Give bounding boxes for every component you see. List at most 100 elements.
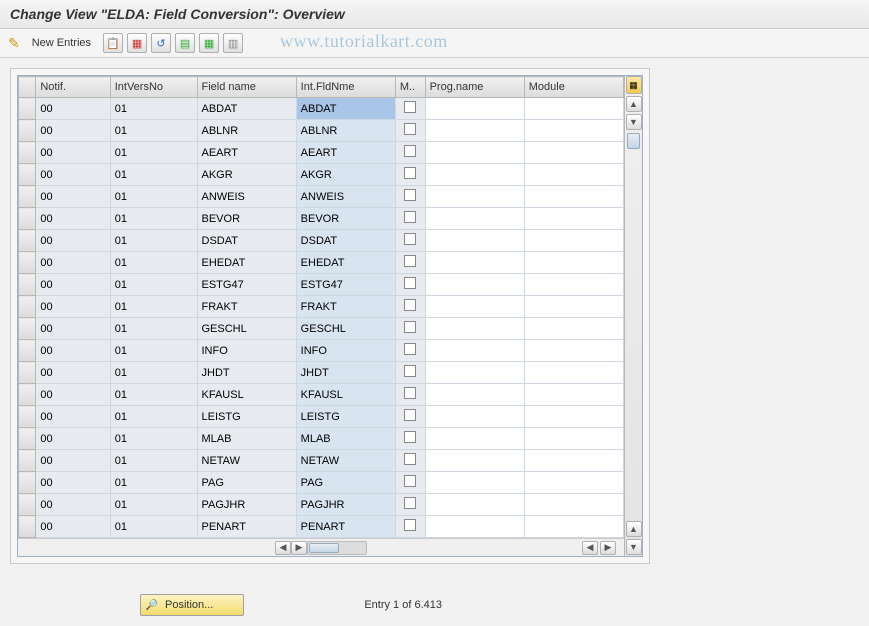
cell-intfldnme[interactable]: DSDAT [296,230,395,252]
cell-m[interactable] [395,428,425,450]
checkbox-icon[interactable] [404,475,416,487]
row-selector[interactable] [19,362,36,384]
cell-intversno[interactable]: 01 [110,472,197,494]
row-selector[interactable] [19,142,36,164]
cell-m[interactable] [395,450,425,472]
cell-m[interactable] [395,472,425,494]
cell-intfldnme[interactable]: PENART [296,516,395,538]
cell-notif[interactable]: 00 [36,406,110,428]
cell-intversno[interactable]: 01 [110,252,197,274]
checkbox-icon[interactable] [404,189,416,201]
cell-m[interactable] [395,164,425,186]
cell-module[interactable] [524,340,623,362]
cell-module[interactable] [524,384,623,406]
row-selector[interactable] [19,384,36,406]
cell-fieldname[interactable]: PAG [197,472,296,494]
vscroll-up2-button[interactable]: ▲ [626,521,642,537]
cell-fieldname[interactable]: AEART [197,142,296,164]
checkbox-icon[interactable] [404,101,416,113]
cell-notif[interactable]: 00 [36,428,110,450]
row-selector[interactable] [19,98,36,120]
cell-fieldname[interactable]: ANWEIS [197,186,296,208]
table-settings-button[interactable]: ▦ [626,76,642,94]
cell-intfldnme[interactable]: AEART [296,142,395,164]
cell-notif[interactable]: 00 [36,274,110,296]
cell-progname[interactable] [425,450,524,472]
cell-progname[interactable] [425,516,524,538]
row-selector[interactable] [19,252,36,274]
cell-progname[interactable] [425,120,524,142]
cell-fieldname[interactable]: EHEDAT [197,252,296,274]
copy-as-button[interactable]: 📋 [103,33,123,53]
cell-m[interactable] [395,384,425,406]
cell-module[interactable] [524,230,623,252]
col-fieldname[interactable]: Field name [197,77,296,98]
cell-intfldnme[interactable]: GESCHL [296,318,395,340]
cell-progname[interactable] [425,252,524,274]
row-selector[interactable] [19,296,36,318]
cell-module[interactable] [524,516,623,538]
cell-m[interactable] [395,208,425,230]
cell-progname[interactable] [425,142,524,164]
checkbox-icon[interactable] [404,497,416,509]
cell-progname[interactable] [425,472,524,494]
cell-intfldnme[interactable]: JHDT [296,362,395,384]
row-selector[interactable] [19,428,36,450]
hscroll-left2-button[interactable]: ◀ [582,541,598,555]
toggle-edit-icon[interactable]: ✎ [8,35,20,52]
cell-notif[interactable]: 00 [36,318,110,340]
cell-intversno[interactable]: 01 [110,164,197,186]
checkbox-icon[interactable] [404,321,416,333]
hscroll-right-button[interactable]: ▶ [291,541,307,555]
checkbox-icon[interactable] [404,343,416,355]
cell-fieldname[interactable]: NETAW [197,450,296,472]
deselect-all-button[interactable]: ▥ [223,33,243,53]
cell-progname[interactable] [425,230,524,252]
checkbox-icon[interactable] [404,365,416,377]
checkbox-icon[interactable] [404,519,416,531]
cell-intfldnme[interactable]: FRAKT [296,296,395,318]
cell-m[interactable] [395,98,425,120]
cell-intfldnme[interactable]: PAG [296,472,395,494]
cell-fieldname[interactable]: AKGR [197,164,296,186]
cell-module[interactable] [524,296,623,318]
vscroll-up-button[interactable]: ▲ [626,96,642,112]
cell-module[interactable] [524,428,623,450]
row-selector[interactable] [19,120,36,142]
cell-progname[interactable] [425,164,524,186]
cell-notif[interactable]: 00 [36,208,110,230]
col-intversno[interactable]: IntVersNo [110,77,197,98]
cell-fieldname[interactable]: ESTG47 [197,274,296,296]
row-selector[interactable] [19,230,36,252]
cell-fieldname[interactable]: JHDT [197,362,296,384]
delete-button[interactable]: ▦ [127,33,147,53]
cell-fieldname[interactable]: PENART [197,516,296,538]
cell-intversno[interactable]: 01 [110,494,197,516]
hscroll-left-button[interactable]: ◀ [275,541,291,555]
cell-intfldnme[interactable]: MLAB [296,428,395,450]
vscroll-track[interactable] [625,131,642,520]
cell-progname[interactable] [425,340,524,362]
cell-intfldnme[interactable]: EHEDAT [296,252,395,274]
cell-fieldname[interactable]: FRAKT [197,296,296,318]
cell-module[interactable] [524,98,623,120]
vscroll-thumb[interactable] [627,133,640,149]
cell-module[interactable] [524,494,623,516]
cell-m[interactable] [395,340,425,362]
select-block-button[interactable]: ▦ [199,33,219,53]
cell-intversno[interactable]: 01 [110,516,197,538]
cell-module[interactable] [524,208,623,230]
row-selector[interactable] [19,186,36,208]
cell-intfldnme[interactable]: ESTG47 [296,274,395,296]
cell-module[interactable] [524,120,623,142]
select-all-button[interactable]: ▤ [175,33,195,53]
checkbox-icon[interactable] [404,387,416,399]
cell-m[interactable] [395,318,425,340]
vscroll-down2-button[interactable]: ▼ [626,539,642,555]
cell-module[interactable] [524,472,623,494]
cell-fieldname[interactable]: KFAUSL [197,384,296,406]
row-selector[interactable] [19,274,36,296]
col-intfldnme[interactable]: Int.FldNme [296,77,395,98]
vscroll-down-button[interactable]: ▼ [626,114,642,130]
cell-intversno[interactable]: 01 [110,296,197,318]
